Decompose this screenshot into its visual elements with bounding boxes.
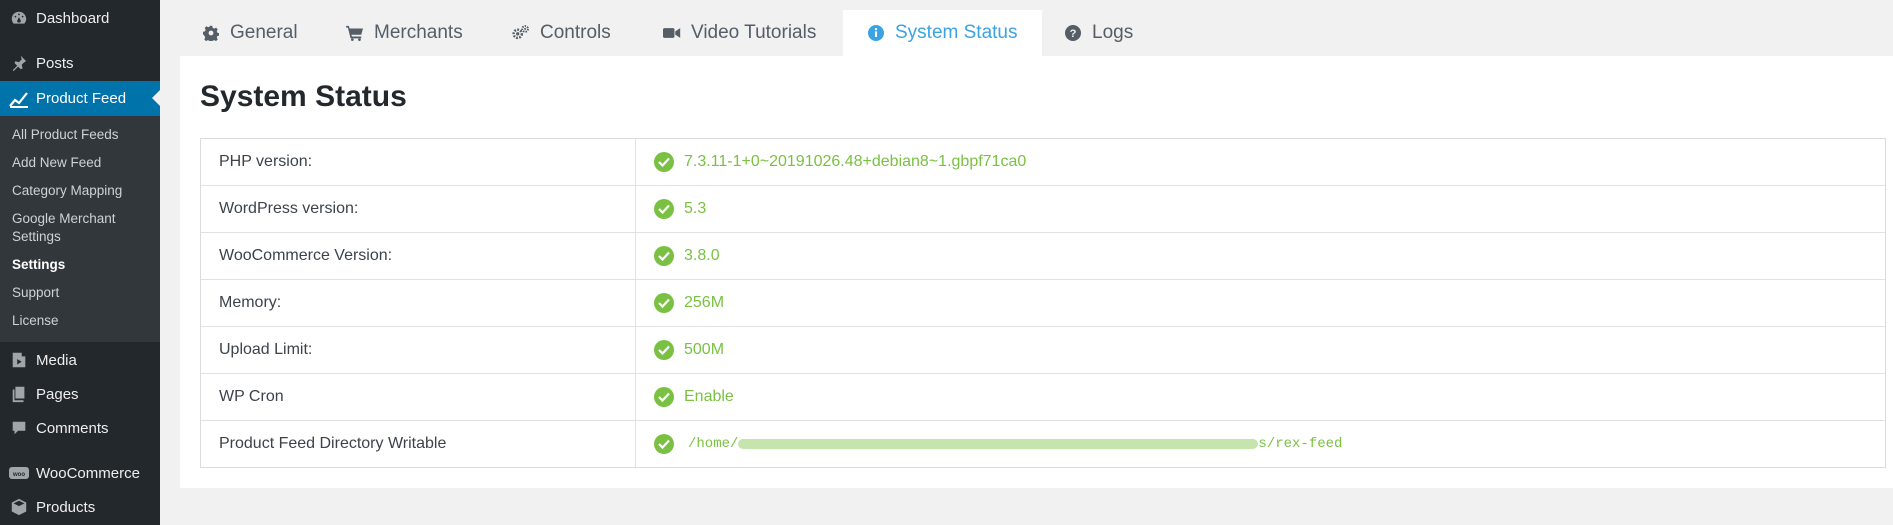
row-value: /home/ s/rex-feed <box>636 434 1342 454</box>
status-table: PHP version: 7.3.11-1+0~20191026.48+debi… <box>200 138 1886 468</box>
row-value: 5.3 <box>636 199 706 219</box>
tab-merchants[interactable]: Merchants <box>346 10 476 56</box>
video-camera-icon <box>663 24 681 42</box>
tab-label: Video Tutorials <box>691 22 817 43</box>
sidebar-item-label: Posts <box>36 54 74 72</box>
pin-icon <box>9 53 29 73</box>
info-icon <box>867 24 885 42</box>
chart-line-icon <box>9 89 29 109</box>
gear-icon <box>202 24 220 42</box>
value-text: 256M <box>684 294 725 311</box>
gears-icon <box>512 24 530 42</box>
value-text: Enable <box>684 388 734 405</box>
tab-general[interactable]: General <box>202 10 307 56</box>
table-row: PHP version: 7.3.11-1+0~20191026.48+debi… <box>201 139 1885 186</box>
table-row: WordPress version: 5.3 <box>201 186 1885 233</box>
page-title: System Status <box>200 80 407 113</box>
sidebar-item-comments[interactable]: Comments <box>0 411 160 445</box>
sidebar-item-label: Dashboard <box>36 9 110 27</box>
pages-icon <box>9 384 29 404</box>
sidebar-item-label: WooCommerce <box>36 464 140 482</box>
path-suffix: s/rex-feed <box>1258 436 1343 452</box>
row-label: Upload Limit: <box>201 327 636 373</box>
check-icon <box>654 152 674 172</box>
submenu-item-license[interactable]: License <box>12 312 152 330</box>
tab-video-tutorials[interactable]: Video Tutorials <box>663 10 838 56</box>
row-label: PHP version: <box>201 139 636 185</box>
tab-label: General <box>230 22 298 43</box>
tab-label: Controls <box>540 22 611 43</box>
check-icon <box>654 340 674 360</box>
row-value: 500M <box>636 340 724 360</box>
dashboard-icon <box>9 8 29 28</box>
sidebar-item-posts[interactable]: Posts <box>0 46 160 80</box>
submenu-item-category-mapping[interactable]: Category Mapping <box>12 182 152 200</box>
check-icon <box>654 199 674 219</box>
sidebar-item-media[interactable]: Media <box>0 343 160 377</box>
check-icon <box>654 246 674 266</box>
sidebar-item-label: Comments <box>36 419 109 437</box>
table-row: WooCommerce Version: 3.8.0 <box>201 233 1885 280</box>
check-icon <box>654 434 674 454</box>
table-row: Upload Limit: 500M <box>201 327 1885 374</box>
tab-controls[interactable]: Controls <box>512 10 622 56</box>
path-prefix: /home/ <box>688 436 739 452</box>
sidebar-item-dashboard[interactable]: Dashboard <box>0 1 160 35</box>
value-text: 7.3.11-1+0~20191026.48+debian8~1.gbpf71c… <box>684 153 1027 170</box>
sidebar-item-product-feed[interactable]: Product Feed <box>0 81 160 116</box>
value-text: 500M <box>684 341 725 358</box>
comment-icon <box>9 418 29 438</box>
table-row: WP Cron Enable <box>201 374 1885 421</box>
sidebar-item-label: Pages <box>36 385 79 403</box>
svg-text:woo: woo <box>12 472 25 478</box>
tab-label: Merchants <box>374 22 463 43</box>
cart-icon <box>346 24 364 42</box>
svg-text:?: ? <box>1070 28 1077 40</box>
redacted-path-segment <box>738 439 1259 449</box>
admin-sidebar: Dashboard Posts Product Feed All Product… <box>0 0 160 525</box>
sidebar-item-woocommerce[interactable]: woo WooCommerce <box>0 456 160 490</box>
tab-label: System Status <box>895 22 1018 43</box>
media-icon <box>9 350 29 370</box>
tab-system-status[interactable]: System Status <box>843 10 1042 56</box>
question-icon: ? <box>1064 24 1082 42</box>
row-label: WordPress version: <box>201 186 636 232</box>
check-icon <box>654 293 674 313</box>
sidebar-item-pages[interactable]: Pages <box>0 377 160 411</box>
sidebar-item-label: Media <box>36 351 77 369</box>
submenu-item-add-new-feed[interactable]: Add New Feed <box>12 154 152 172</box>
submenu-item-all-product-feeds[interactable]: All Product Feeds <box>12 126 152 144</box>
check-icon <box>654 387 674 407</box>
row-value: 7.3.11-1+0~20191026.48+debian8~1.gbpf71c… <box>636 152 1026 172</box>
sidebar-item-products[interactable]: Products <box>0 490 160 524</box>
table-row: Memory: 256M <box>201 280 1885 327</box>
row-value: 256M <box>636 293 724 313</box>
value-text: 5.3 <box>684 200 707 217</box>
tab-logs[interactable]: ? Logs <box>1064 10 1144 56</box>
product-feed-submenu: All Product Feeds Add New Feed Category … <box>0 116 160 342</box>
tab-label: Logs <box>1092 22 1134 43</box>
value-text: 3.8.0 <box>684 247 720 264</box>
woo-icon: woo <box>9 463 29 483</box>
box-icon <box>9 497 29 517</box>
settings-tabs: General Merchants Controls Video Tutoria… <box>180 10 1880 56</box>
row-label: Memory: <box>201 280 636 326</box>
row-label: WooCommerce Version: <box>201 233 636 279</box>
system-status-panel: System Status PHP version: 7.3.11-1+0~20… <box>180 56 1893 488</box>
row-label: Product Feed Directory Writable <box>201 421 636 467</box>
row-value: Enable <box>636 387 734 407</box>
submenu-item-google-merchant-settings[interactable]: Google Merchant Settings <box>12 210 132 246</box>
submenu-item-support[interactable]: Support <box>12 284 152 302</box>
submenu-item-settings[interactable]: Settings <box>12 256 152 274</box>
row-label: WP Cron <box>201 374 636 420</box>
row-value: 3.8.0 <box>636 246 720 266</box>
sidebar-item-label: Product Feed <box>36 90 127 107</box>
sidebar-item-label: Products <box>36 498 96 516</box>
table-row: Product Feed Directory Writable /home/ s… <box>201 421 1885 467</box>
